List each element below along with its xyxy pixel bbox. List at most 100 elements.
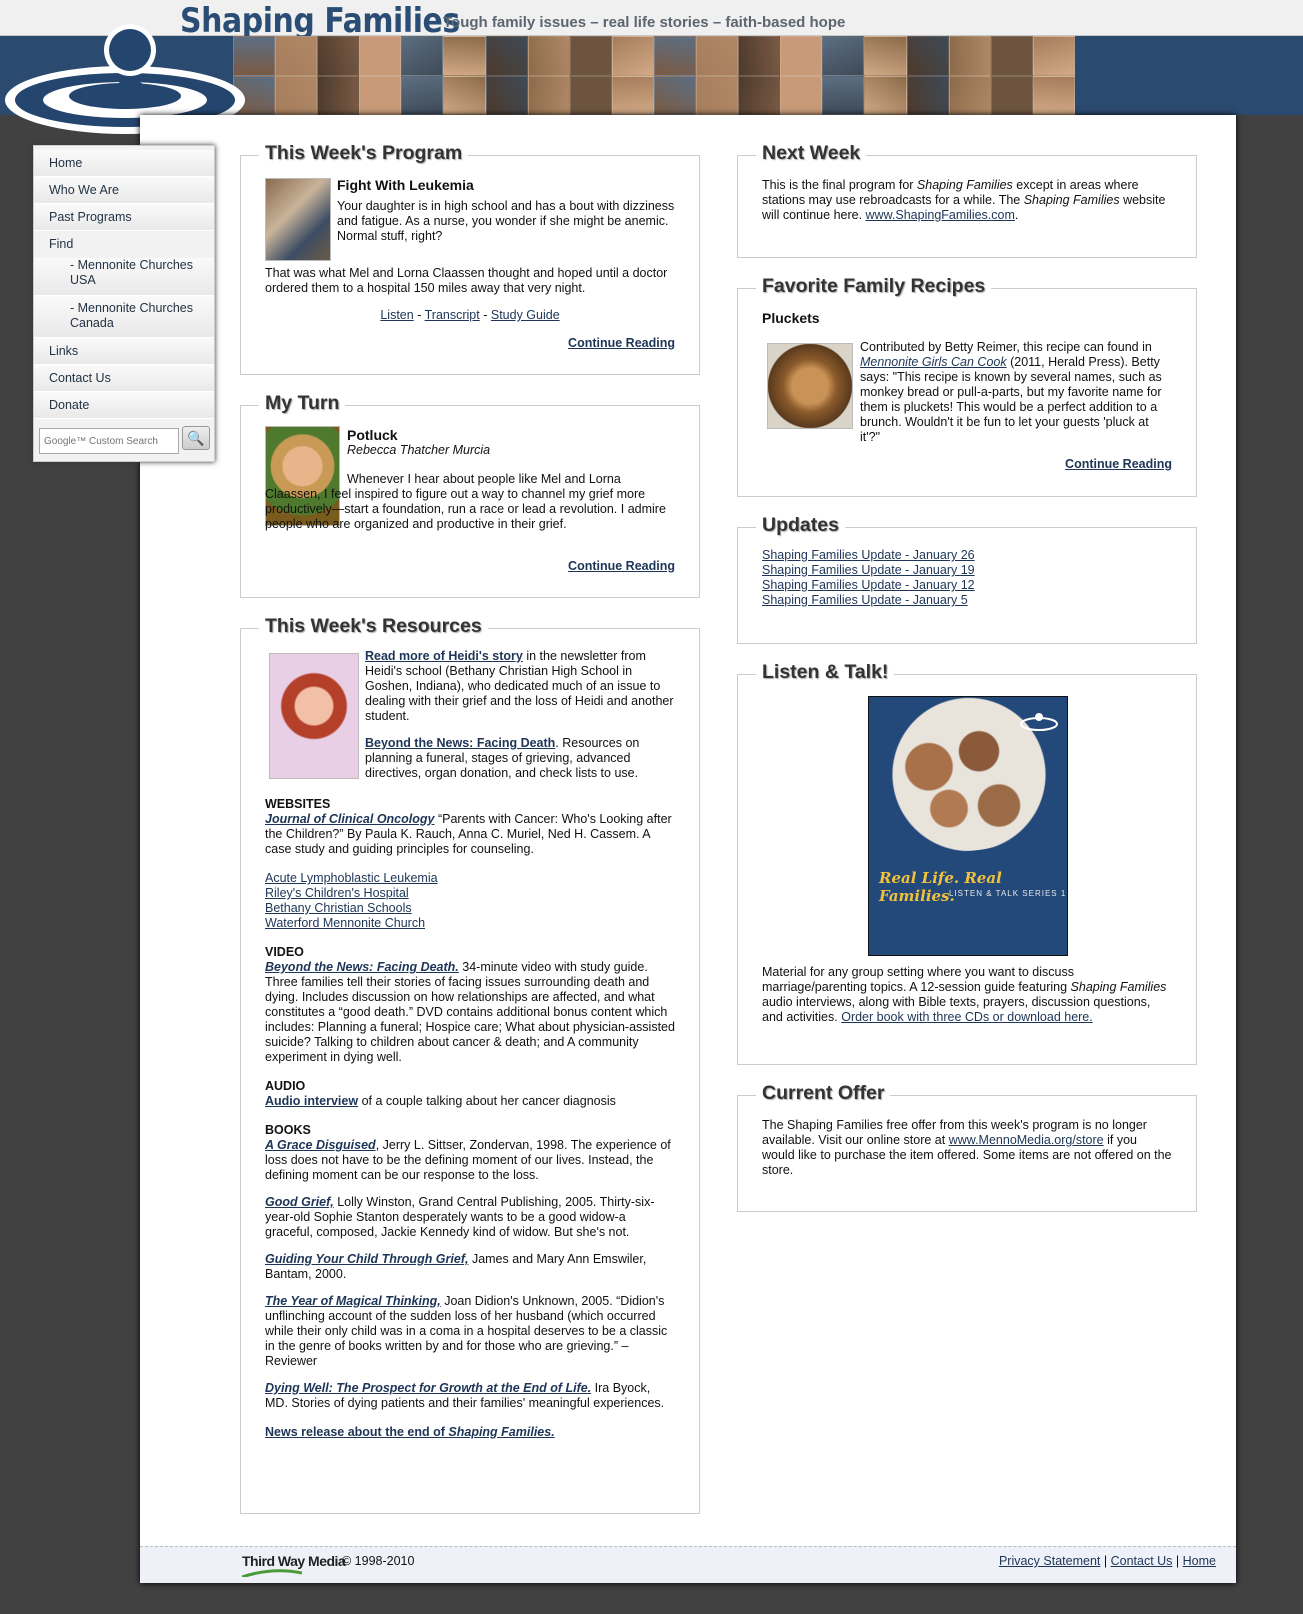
text: Contributed by Betty Reimer, this recipe… (860, 340, 1152, 354)
panel-this-weeks-program: This Week's Program Fight With Leukemia … (240, 142, 700, 375)
next-week-text: This is the final program for Shaping Fa… (762, 178, 1172, 223)
book-item: Good Grief, Lolly Winston, Grand Central… (265, 1195, 675, 1240)
mosaic-tile (696, 75, 739, 115)
mosaic-tile (864, 36, 907, 76)
mennomedia-store-link[interactable]: www.MennoMedia.org/store (949, 1133, 1104, 1147)
text: Shaping Families (1070, 980, 1167, 994)
brand-text: Third Way Media (242, 1553, 346, 1569)
mosaic-tile (780, 75, 823, 115)
mosaic-tile (359, 75, 402, 115)
jco-paragraph: Journal of Clinical Oncology “Parents wi… (265, 812, 675, 857)
mosaic-tile (948, 36, 991, 76)
mosaic-tile (864, 75, 907, 115)
program-photo (265, 178, 331, 261)
mosaic-tile (401, 36, 444, 76)
panel-next-week: Next Week This is the final program for … (737, 142, 1197, 258)
search-icon: 🔍 (187, 430, 205, 446)
heidi-paragraph: Read more of Heidi's story in the newsle… (365, 649, 675, 724)
footer-contact-link[interactable]: Contact Us (1111, 1554, 1173, 1568)
photo-mosaic (233, 36, 1075, 115)
nav-find[interactable]: Find (34, 231, 214, 258)
order-book-link[interactable]: Order book with three CDs or download he… (841, 1010, 1093, 1024)
books-heading: BOOKS (265, 1123, 311, 1137)
separator: | (1175, 1554, 1180, 1568)
video-link[interactable]: Beyond the News: Facing Death. (265, 960, 459, 974)
bethany-link[interactable]: Bethany Christian Schools (265, 901, 675, 916)
book-link[interactable]: Good Grief, (265, 1195, 334, 1209)
myturn-continue-reading[interactable]: Continue Reading (265, 559, 675, 574)
waterford-link[interactable]: Waterford Mennonite Church (265, 916, 675, 931)
book-cover[interactable]: Real Life. Real Families. LISTEN & TALK … (868, 696, 1068, 956)
mosaic-tile (443, 36, 486, 76)
myturn-title: Potluck (347, 427, 398, 443)
panel-resources: This Week's Resources Read more of Heidi… (240, 615, 700, 1514)
beyond-news-link[interactable]: Beyond the News: Facing Death (365, 736, 555, 750)
news-release-text[interactable]: News release about the end of (265, 1425, 448, 1439)
websites-heading: WEBSITES (265, 797, 331, 811)
nav-contact-us[interactable]: Contact Us (34, 365, 214, 392)
program-title: Fight With Leukemia (337, 177, 474, 193)
btn-paragraph: Beyond the News: Facing Death. Resources… (365, 736, 675, 781)
recipe-text: Contributed by Betty Reimer, this recipe… (860, 340, 1172, 445)
jco-link[interactable]: Journal of Clinical Oncology (265, 812, 434, 826)
mosaic-tile (738, 75, 781, 115)
panel-heading: My Turn (259, 392, 346, 415)
book-item: Guiding Your Child Through Grief, James … (265, 1252, 675, 1282)
nav-past-programs[interactable]: Past Programs (34, 204, 214, 231)
mosaic-tile (275, 75, 318, 115)
offer-text: The Shaping Families free offer from thi… (762, 1118, 1172, 1178)
leukemia-link[interactable]: Acute Lymphoblastic Leukemia (265, 871, 675, 886)
book-link[interactable]: The Year of Magical Thinking, (265, 1294, 441, 1308)
update-link[interactable]: Shaping Families Update - January 19 (762, 563, 1172, 578)
website-links: Acute Lymphoblastic Leukemia Riley's Chi… (265, 871, 675, 931)
third-way-media-logo[interactable]: Third Way Media (242, 1553, 346, 1577)
mosaic-tile (275, 36, 318, 76)
mosaic-tile (948, 75, 991, 115)
book-link[interactable]: A Grace Disguised (265, 1138, 376, 1152)
search-input[interactable] (39, 428, 179, 454)
update-link[interactable]: Shaping Families Update - January 26 (762, 548, 1172, 563)
search-button[interactable]: 🔍 (182, 426, 210, 450)
transcript-link[interactable]: Transcript (425, 308, 480, 322)
nav-home[interactable]: Home (34, 150, 214, 177)
heidi-story-link[interactable]: Read more of Heidi's story (365, 649, 523, 663)
mosaic-tile (1032, 36, 1075, 76)
privacy-link[interactable]: Privacy Statement (999, 1554, 1100, 1568)
mosaic-tile (1032, 75, 1075, 115)
nav-donate[interactable]: Donate (34, 392, 214, 419)
program-body: That was what Mel and Lorna Claassen tho… (265, 266, 668, 295)
listen-link[interactable]: Listen (380, 308, 413, 322)
panel-heading: Favorite Family Recipes (756, 275, 992, 298)
recipe-continue-reading[interactable]: Continue Reading (762, 457, 1172, 472)
recipe-book-link[interactable]: Mennonite Girls Can Cook (860, 355, 1007, 369)
nav-mennonite-churches-canada[interactable]: - Mennonite Churches Canada (34, 296, 214, 338)
book-item: Dying Well: The Prospect for Growth at t… (265, 1381, 675, 1411)
cover-subtitle: LISTEN & TALK SERIES 1 (949, 889, 1067, 898)
text: . (1014, 208, 1019, 222)
program-continue-reading[interactable]: Continue Reading (265, 336, 675, 351)
book-item: The Year of Magical Thinking, Joan Didio… (265, 1294, 675, 1369)
recipe-title: Pluckets (762, 310, 820, 326)
listen-text: Material for any group setting where you… (762, 965, 1172, 1025)
news-release-title[interactable]: Shaping Families. (448, 1425, 554, 1439)
shaping-families-link[interactable]: www.ShapingFamilies.com (866, 208, 1015, 222)
nav-mennonite-churches-usa[interactable]: - Mennonite Churches USA (34, 258, 214, 296)
update-link[interactable]: Shaping Families Update - January 5 (762, 593, 1172, 608)
copyright: © 1998-2010 (342, 1554, 415, 1568)
nav-who-we-are[interactable]: Who We Are (34, 177, 214, 204)
book-link[interactable]: Guiding Your Child Through Grief, (265, 1252, 468, 1266)
sidebar-nav: Home Who We Are Past Programs Find - Men… (33, 145, 215, 462)
footer-home-link[interactable]: Home (1183, 1554, 1216, 1568)
cover-title: Real Life. Real Families. (879, 869, 1002, 905)
update-link[interactable]: Shaping Families Update - January 12 (762, 578, 1172, 593)
book-item: A Grace Disguised, Jerry L. Sittser, Zon… (265, 1138, 675, 1183)
nav-links[interactable]: Links (34, 338, 214, 365)
mosaic-tile (317, 36, 360, 76)
panel-heading: Updates (756, 514, 845, 537)
audio-link[interactable]: Audio interview (265, 1094, 358, 1108)
news-release-link[interactable]: News release about the end of Shaping Fa… (265, 1425, 675, 1440)
book-link[interactable]: Dying Well: The Prospect for Growth at t… (265, 1381, 591, 1395)
rileys-link[interactable]: Riley's Children's Hospital (265, 886, 675, 901)
mosaic-tile (990, 75, 1033, 115)
study-guide-link[interactable]: Study Guide (491, 308, 560, 322)
